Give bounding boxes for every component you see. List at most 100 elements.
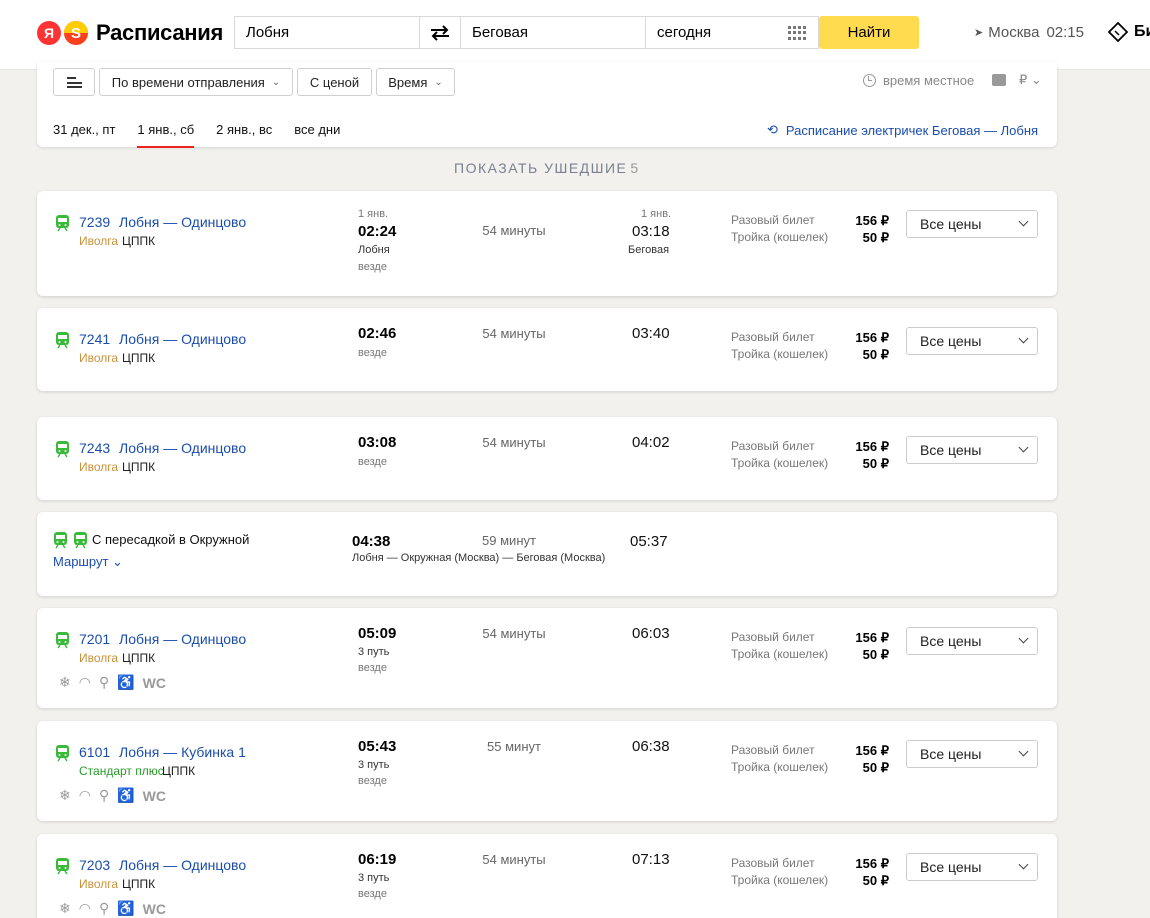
price-troika: 50 ₽ xyxy=(862,456,889,471)
tab-day-2[interactable]: 2 янв., вс xyxy=(216,122,272,148)
departure-date: 1 янв. xyxy=(358,208,389,220)
arrival-station: Беговая xyxy=(628,244,670,256)
tickets-link[interactable]: Би xyxy=(1108,22,1150,42)
departure-time: 02:24 xyxy=(358,223,397,240)
location-arrow-icon: ➤ xyxy=(974,27,984,39)
tab-day-0[interactable]: 31 дек., пт xyxy=(53,122,115,148)
train-number[interactable]: 7241 xyxy=(79,331,110,347)
departure-note: везде xyxy=(358,261,387,273)
electric-schedule-label: Расписание электричек Беговая — Лобня xyxy=(785,122,1039,138)
from-input[interactable]: Лобня xyxy=(234,16,420,49)
air-conditioning-icon: ❄ xyxy=(59,787,71,803)
tab-day-all[interactable]: все дни xyxy=(294,122,340,148)
price-single: 156 ₽ xyxy=(855,213,889,228)
arrival-time: 03:18 xyxy=(632,223,670,240)
train-icon xyxy=(56,332,69,349)
chevron-down-icon: ⌄ xyxy=(434,76,443,88)
single-ticket-label: Разовый билет xyxy=(731,330,815,344)
train-number[interactable]: 7203 xyxy=(79,857,110,873)
local-time-toggle[interactable]: время местное xyxy=(863,73,974,88)
yandex-logo-icon: Я xyxy=(37,21,61,45)
train-carrier: ЦППК xyxy=(122,651,156,665)
departure-time: 05:09 xyxy=(358,625,397,642)
transfer-card: С пересадкой в Окружной Маршрут ⌄ 04:38 … xyxy=(37,512,1057,596)
single-ticket-label: Разовый билет xyxy=(731,630,815,644)
troika-label: Тройка (кошелек) xyxy=(731,760,829,774)
train-route[interactable]: Лобня — Одинцово xyxy=(119,214,246,230)
with-price-button[interactable]: С ценой xyxy=(297,68,372,96)
price-single: 156 ₽ xyxy=(855,439,889,454)
all-prices-select[interactable]: Все цены xyxy=(906,210,1038,238)
filter-panel: По времени отправления ⌄ С ценой Время ⌄… xyxy=(37,62,1057,148)
trip-card: 7243 Лобня — Одинцово Иволга ЦППК 03:08 … xyxy=(37,417,1057,500)
chevron-down-icon xyxy=(1018,633,1029,644)
all-prices-select[interactable]: Все цены xyxy=(906,853,1038,881)
all-prices-select[interactable]: Все цены xyxy=(906,436,1038,464)
all-prices-select[interactable]: Все цены xyxy=(906,740,1038,768)
train-route[interactable]: Лобня — Одинцово xyxy=(119,331,246,347)
ticket-icon xyxy=(1108,22,1128,42)
train-icon xyxy=(54,532,67,549)
trip-card: 7201 Лобня — Одинцово Иволга ЦППК ❄ ◠ ⚲ … xyxy=(37,608,1057,708)
city-selector[interactable]: ➤ Москва 02:15 xyxy=(974,24,1084,41)
price-troika: 50 ₽ xyxy=(862,760,889,775)
header: Я S Расписания Лобня Беговая сегодня Най… xyxy=(0,0,1150,70)
train-number[interactable]: 7243 xyxy=(79,440,110,456)
find-button[interactable]: Найти xyxy=(819,16,919,49)
chevron-down-icon xyxy=(1018,216,1029,227)
chevron-down-icon xyxy=(1018,442,1029,453)
time-label: Время xyxy=(388,74,428,90)
to-input[interactable]: Беговая xyxy=(460,16,646,49)
train-route[interactable]: Лобня — Одинцово xyxy=(119,440,246,456)
price-troika: 50 ₽ xyxy=(862,873,889,888)
train-number[interactable]: 7239 xyxy=(79,214,110,230)
sort-select[interactable]: По времени отправления ⌄ xyxy=(99,68,293,96)
train-carrier: ЦППК xyxy=(122,877,156,891)
train-number[interactable]: 7201 xyxy=(79,631,110,647)
filter-menu-button[interactable] xyxy=(53,68,95,96)
trip-duration: 54 минуты xyxy=(482,852,546,867)
train-carrier: ЦППК xyxy=(162,764,196,778)
show-departed-button[interactable]: ПОКАЗАТЬ УШЕДШИЕ 5 xyxy=(454,160,638,176)
time-select[interactable]: Время ⌄ xyxy=(376,68,455,96)
train-icon xyxy=(56,215,69,232)
departure-time: 06:19 xyxy=(358,851,397,868)
train-brand: Стандарт плюс xyxy=(79,764,164,778)
route-link[interactable]: Маршрут ⌄ xyxy=(53,554,123,570)
departure-time: 02:46 xyxy=(358,325,397,342)
day-tabs: 31 дек., пт 1 янв., сб 2 янв., вс все дн… xyxy=(53,122,362,148)
trip-card: 7203 Лобня — Одинцово Иволга ЦППК ❄ ◠ ⚲ … xyxy=(37,834,1057,918)
trip-duration: 54 минуты xyxy=(482,326,546,341)
date-input[interactable]: сегодня xyxy=(646,16,819,49)
train-route[interactable]: Лобня — Одинцово xyxy=(119,631,246,647)
troika-label: Тройка (кошелек) xyxy=(731,647,829,661)
transfer-title: С пересадкой в Окружной xyxy=(92,532,250,547)
wheelchair-icon: ♿ xyxy=(117,674,135,690)
electric-schedule-link[interactable]: ⟲ Расписание электричек Беговая — Лобня xyxy=(767,122,1038,138)
train-icon xyxy=(56,632,69,649)
all-prices-select[interactable]: Все цены xyxy=(906,627,1038,655)
train-brand: Иволга xyxy=(79,234,119,248)
train-route[interactable]: Лобня — Кубинка 1 xyxy=(119,744,246,760)
train-route[interactable]: Лобня — Одинцово xyxy=(119,857,246,873)
swap-icon xyxy=(431,24,449,41)
departure-note: везде xyxy=(358,456,387,468)
print-icon[interactable] xyxy=(992,74,1006,86)
currency-select[interactable]: ₽ ⌄ xyxy=(1019,72,1042,88)
calendar-icon[interactable] xyxy=(788,26,806,40)
departure-time: 05:43 xyxy=(358,738,397,755)
troika-label: Тройка (кошелек) xyxy=(731,456,829,470)
train-number[interactable]: 6101 xyxy=(79,744,110,760)
wheelchair-icon: ♿ xyxy=(117,787,135,803)
price-single: 156 ₽ xyxy=(855,856,889,871)
swap-button[interactable] xyxy=(420,16,460,49)
trip-duration: 59 минут xyxy=(482,533,536,548)
single-ticket-label: Разовый билет xyxy=(731,856,815,870)
current-time: 02:15 xyxy=(1046,24,1084,41)
departure-note: везде xyxy=(358,662,387,674)
tab-day-1[interactable]: 1 янв., сб xyxy=(137,122,195,148)
train-carrier: ЦППК xyxy=(122,460,156,474)
all-prices-select[interactable]: Все цены xyxy=(906,327,1038,355)
departure-note: везде xyxy=(358,347,387,359)
logo[interactable]: Я S Расписания xyxy=(37,20,223,46)
